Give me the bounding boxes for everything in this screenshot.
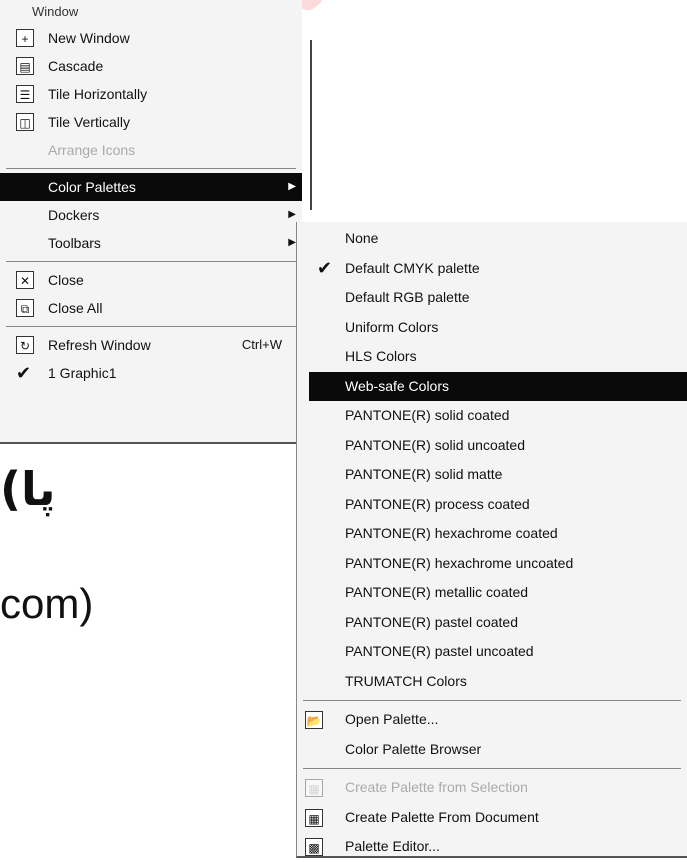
palette-item-create-from-selection[interactable]: ▦ Create Palette from Selection [297, 773, 687, 803]
palette-item-pantone-hexachrome-uncoated[interactable]: PANTONE(R) hexachrome uncoated [297, 549, 687, 579]
menu-separator [6, 168, 296, 169]
palette-item-hls-colors[interactable]: HLS Colors [297, 342, 687, 372]
refresh-icon: ↻ [16, 336, 34, 354]
palette-item-trumatch-colors[interactable]: TRUMATCH Colors [297, 667, 687, 697]
menu-item-label: Palette Editor... [345, 838, 440, 854]
submenu-arrow-icon: ▶ [288, 209, 296, 220]
menu-item-close-all[interactable]: ⧉ Close All [0, 294, 302, 322]
palette-item-pantone-hexachrome-coated[interactable]: PANTONE(R) hexachrome coated [297, 519, 687, 549]
submenu-arrow-icon: ▶ [288, 181, 296, 192]
menu-item-label: Default RGB palette [345, 289, 470, 305]
menu-item-tile-horizontally[interactable]: ☰ Tile Horizontally [0, 80, 302, 108]
open-palette-icon: 📂 [305, 711, 323, 729]
submenu-arrow-icon: ▶ [288, 237, 296, 248]
menu-item-label: TRUMATCH Colors [345, 672, 467, 689]
color-palettes-submenu: None ✔ Default CMYK palette Default RGB … [296, 222, 687, 858]
menu-item-label: Tile Vertically [48, 114, 130, 130]
menu-separator [6, 261, 296, 262]
palette-item-web-safe-colors[interactable]: Web-safe Colors [309, 371, 687, 401]
menu-item-label: Web-safe Colors [345, 377, 450, 394]
tile-horizontal-icon: ☰ [16, 85, 34, 103]
menu-item-label: PANTONE(R) hexachrome uncoated [345, 554, 574, 571]
menu-item-toolbars[interactable]: Toolbars ▶ [0, 229, 302, 257]
palette-item-pantone-pastel-uncoated[interactable]: PANTONE(R) pastel uncoated [297, 637, 687, 667]
tile-vertical-icon: ◫ [16, 113, 34, 131]
menu-item-dockers[interactable]: Dockers ▶ [0, 201, 302, 229]
menu-item-label: HLS Colors [345, 348, 417, 364]
menu-separator [6, 326, 296, 327]
menu-item-label: Cascade [48, 58, 104, 74]
shortcut-text: Ctrl+W [241, 337, 282, 352]
menu-item-color-palettes[interactable]: Color Palettes ▶ [0, 173, 302, 201]
palette-editor-icon: ▩ [305, 838, 323, 856]
menu-item-cascade[interactable]: ▤ Cascade [0, 52, 302, 80]
close-all-icon: ⧉ [16, 299, 34, 317]
palette-item-default-cmyk[interactable]: ✔ Default CMYK palette [297, 254, 687, 284]
menu-item-label: 1 Graphic1 [48, 365, 117, 381]
menu-item-label: Default CMYK palette [345, 259, 480, 276]
palette-item-pantone-solid-coated[interactable]: PANTONE(R) solid coated [297, 401, 687, 431]
menu-item-label: Dockers [48, 207, 100, 223]
palette-from-selection-icon: ▦ [305, 779, 323, 797]
menu-item-label: Refresh Window [48, 337, 151, 353]
palette-item-pantone-pastel-coated[interactable]: PANTONE(R) pastel coated [297, 608, 687, 638]
menu-item-arrange-icons[interactable]: Arrange Icons [0, 136, 302, 164]
menu-item-label: New Window [48, 30, 130, 46]
menu-item-label: PANTONE(R) solid uncoated [345, 436, 525, 453]
menu-item-label: Arrange Icons [48, 142, 136, 158]
menu-item-label: Uniform Colors [345, 318, 439, 335]
background-text-domain: com) [0, 580, 94, 627]
palette-item-palette-editor[interactable]: ▩ Palette Editor... [297, 832, 687, 862]
menu-item-label: Create Palette from Selection [345, 779, 528, 795]
palette-item-pantone-solid-uncoated[interactable]: PANTONE(R) solid uncoated [297, 431, 687, 461]
menu-item-document-graphic1[interactable]: ✔ 1 Graphic1 [0, 359, 302, 387]
menu-item-label: Color Palettes [48, 179, 136, 195]
menu-separator [303, 768, 681, 769]
menu-item-label: Color Palette Browser [345, 740, 482, 757]
cascade-icon: ▤ [16, 57, 34, 75]
window-menu-title[interactable]: Window [0, 0, 302, 24]
palette-item-create-from-document[interactable]: ▦ Create Palette From Document [297, 803, 687, 833]
menu-item-label: PANTONE(R) metallic coated [345, 584, 529, 600]
palette-item-uniform-colors[interactable]: Uniform Colors [297, 313, 687, 343]
palette-item-pantone-process-coated[interactable]: PANTONE(R) process coated [297, 490, 687, 520]
menu-item-tile-vertically[interactable]: ◫ Tile Vertically [0, 108, 302, 136]
menu-item-label: PANTONE(R) process coated [345, 495, 530, 512]
checkmark-icon: ✔ [16, 363, 32, 383]
menu-item-label: PANTONE(R) solid matte [345, 466, 503, 482]
menu-item-label: PANTONE(R) solid coated [345, 407, 510, 423]
menu-item-label: Close [48, 272, 84, 288]
palette-item-color-palette-browser[interactable]: Color Palette Browser [297, 735, 687, 765]
menu-item-label: Open Palette... [345, 711, 439, 727]
close-window-icon: ✕ [16, 271, 34, 289]
menu-item-refresh-window[interactable]: ↻ Refresh Window Ctrl+W [0, 331, 302, 359]
menu-item-label: PANTONE(R) pastel uncoated [345, 643, 534, 659]
menu-item-label: Toolbars [48, 235, 101, 251]
menu-item-label: PANTONE(R) hexachrome coated [345, 525, 558, 541]
menu-item-label: Create Palette From Document [345, 808, 539, 825]
palette-item-none[interactable]: None [297, 224, 687, 254]
window-menu: Window + New Window ▤ Cascade ☰ Tile Hor… [0, 0, 312, 444]
new-window-icon: + [16, 29, 34, 47]
palette-item-default-rgb[interactable]: Default RGB palette [297, 283, 687, 313]
menu-item-label: Tile Horizontally [48, 86, 148, 102]
menu-item-close[interactable]: ✕ Close [0, 266, 302, 294]
menu-separator [303, 700, 681, 701]
palette-item-pantone-solid-matte[interactable]: PANTONE(R) solid matte [297, 460, 687, 490]
palette-item-pantone-metallic-coated[interactable]: PANTONE(R) metallic coated [297, 578, 687, 608]
checkmark-icon: ✔ [317, 257, 333, 278]
palette-from-document-icon: ▦ [305, 808, 323, 827]
menu-item-new-window[interactable]: + New Window [0, 24, 302, 52]
palette-item-open-palette[interactable]: 📂 Open Palette... [297, 705, 687, 735]
menu-item-label: None [345, 230, 379, 246]
menu-item-label: Close All [48, 300, 103, 316]
menu-item-label: PANTONE(R) pastel coated [345, 613, 518, 630]
background-text-persian: (پا [0, 462, 56, 516]
